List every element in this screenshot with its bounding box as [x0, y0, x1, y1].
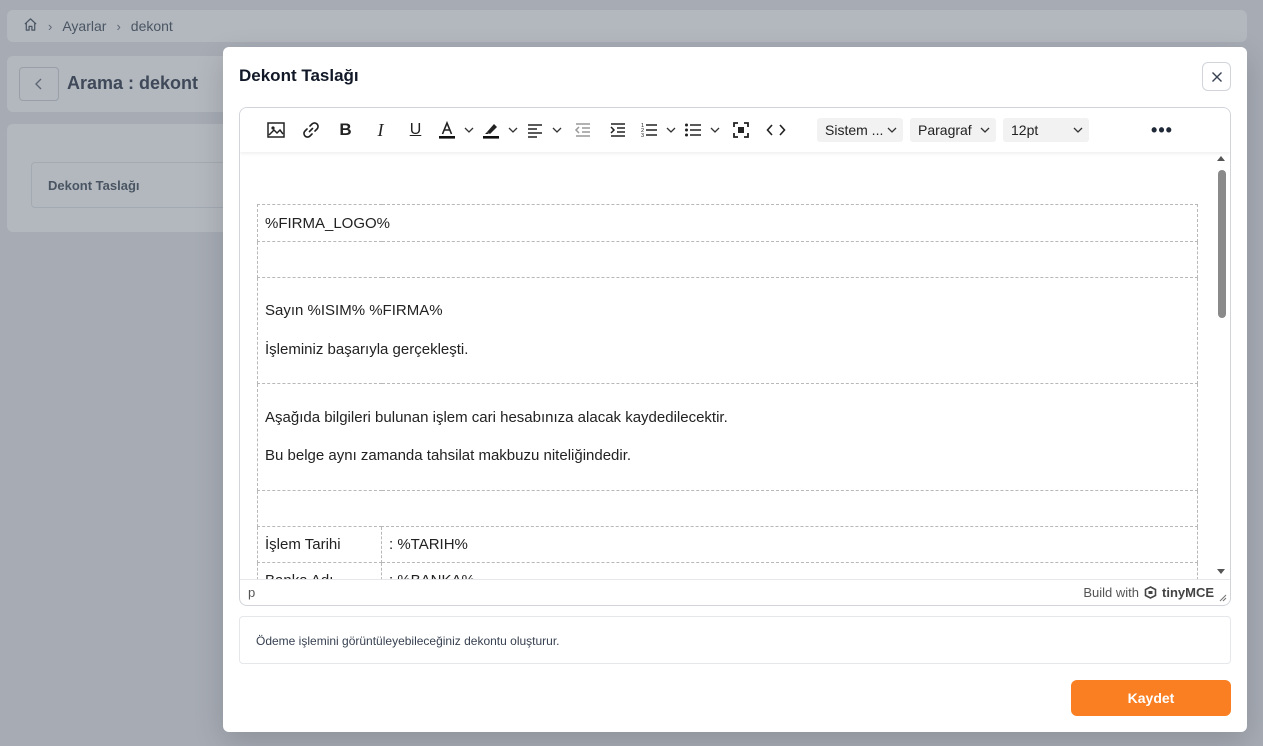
chevron-down-icon[interactable] [663, 116, 679, 144]
brand-link[interactable]: Build with tinyMCE [1083, 585, 1214, 600]
description-text: Ödeme işlemini görüntüleyebileceğiniz de… [239, 616, 1231, 664]
element-path[interactable]: p [248, 585, 255, 600]
font-size-select[interactable]: 12pt [1003, 118, 1089, 142]
bullet-list-icon[interactable] [679, 116, 707, 144]
outdent-icon[interactable] [565, 116, 600, 144]
block-format-value: Paragraf [918, 122, 972, 138]
align-icon[interactable] [521, 116, 549, 144]
svg-text:3: 3 [641, 133, 644, 139]
logo-placeholder: %FIRMA_LOGO% [265, 214, 391, 232]
rich-text-editor: B I U 123 Sistem ... Paragraf 12pt ••• %… [239, 107, 1231, 606]
chevron-down-icon [980, 127, 990, 133]
greeting-text: Sayın %ISIM% %FIRMA% [265, 302, 443, 319]
row-value: : %TARIH% [381, 526, 1198, 563]
table-row: Banka Adı : %BANKA% [257, 562, 1198, 580]
tinymce-logo-icon [1144, 586, 1157, 599]
source-code-icon[interactable] [758, 116, 793, 144]
chevron-down-icon[interactable] [461, 116, 477, 144]
editor-toolbar: B I U 123 Sistem ... Paragraf 12pt ••• [240, 108, 1230, 152]
resize-handle-icon[interactable] [1218, 593, 1227, 602]
scroll-down-icon[interactable] [1217, 569, 1225, 574]
italic-icon[interactable]: I [363, 116, 398, 144]
chevron-down-icon[interactable] [505, 116, 521, 144]
fullscreen-icon[interactable] [723, 116, 758, 144]
font-family-select[interactable]: Sistem ... [817, 118, 903, 142]
editor-content[interactable]: %FIRMA_LOGO% Sayın %ISIM% %FIRMA% İşlemi… [240, 152, 1216, 580]
chevron-down-icon[interactable] [549, 116, 565, 144]
scroll-thumb[interactable] [1218, 170, 1226, 318]
row-value: : %BANKA% [381, 562, 1198, 580]
info-text-2: Bu belge aynı zamanda tahsilat makbuzu n… [265, 447, 632, 464]
block-format-select[interactable]: Paragraf [910, 118, 996, 142]
brand-prefix: Build with [1083, 585, 1139, 600]
underline-icon[interactable]: U [398, 116, 433, 144]
close-icon [1211, 71, 1222, 82]
chevron-down-icon [887, 127, 897, 133]
font-size-value: 12pt [1011, 122, 1039, 138]
text-color-icon[interactable] [433, 116, 461, 144]
close-button[interactable] [1202, 62, 1231, 91]
save-button[interactable]: Kaydet [1071, 680, 1231, 716]
editor-statusbar: p Build with tinyMCE [240, 579, 1230, 605]
highlight-icon[interactable] [477, 116, 505, 144]
modal-title: Dekont Taslağı [239, 66, 359, 85]
editor-scrollbar[interactable] [1214, 152, 1230, 580]
chevron-down-icon [1073, 127, 1083, 133]
document-table: %FIRMA_LOGO% Sayın %ISIM% %FIRMA% İşlemi… [257, 204, 1198, 580]
success-text: İşleminiz başarıyla gerçekleşti. [265, 341, 469, 358]
row-label: İşlem Tarihi [257, 526, 382, 563]
brand-name: tinyMCE [1162, 585, 1214, 600]
numbered-list-icon[interactable]: 123 [635, 116, 663, 144]
more-icon[interactable]: ••• [1148, 116, 1176, 144]
chevron-down-icon[interactable] [707, 116, 723, 144]
table-row: İşlem Tarihi : %TARIH% [257, 526, 1198, 563]
indent-icon[interactable] [600, 116, 635, 144]
font-family-value: Sistem ... [825, 122, 884, 138]
scroll-up-icon[interactable] [1217, 156, 1225, 161]
image-icon[interactable] [258, 116, 293, 144]
info-text-1: Aşağıda bilgileri bulunan işlem cari hes… [265, 409, 728, 426]
row-label: Banka Adı [257, 562, 382, 580]
edit-template-modal: Dekont Taslağı B I U 1 2 3 Sistem ... Pa… [223, 47, 1247, 732]
link-icon[interactable] [293, 116, 328, 144]
bold-icon[interactable]: B [328, 116, 363, 144]
